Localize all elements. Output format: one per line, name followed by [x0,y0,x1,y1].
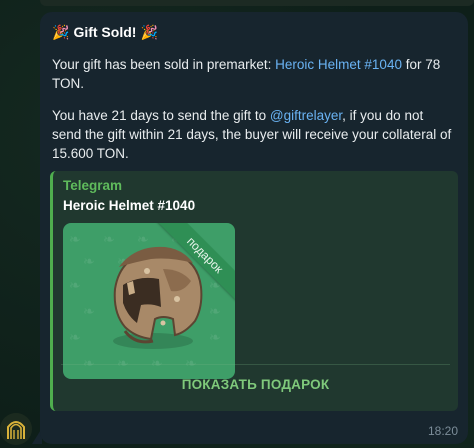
party-popper-icon: 🎉 [140,24,158,40]
party-popper-icon: 🎉 [52,24,70,40]
bot-avatar-icon [0,413,32,445]
gift-link[interactable]: Heroic Helmet #1040 [275,57,402,72]
title-text: Gift Sold! [73,24,137,40]
sender-avatar[interactable] [0,413,32,445]
embed-title: Heroic Helmet #1040 [63,198,196,213]
gift-preview-card[interactable]: Telegram Heroic Helmet #1040 ❧ ❧ ❧ ❧ ❧ ❧… [50,171,458,411]
sale-text: Your gift has been sold in premarket: [52,57,276,72]
show-gift-button[interactable]: ПОКАЗАТЬ ПОДАРОК [53,367,458,403]
embed-divider [61,364,450,365]
instruction-text: You have 21 days to send the gift to [52,108,270,123]
relayer-link[interactable]: @giftrelayer [270,108,342,123]
message-bubble: 🎉 Gift Sold! 🎉 Your gift has been sold i… [40,12,468,444]
message-title: 🎉 Gift Sold! 🎉 [52,22,454,42]
message-paragraph-sale: Your gift has been sold in premarket: He… [52,55,454,93]
message-paragraph-instructions: You have 21 days to send the gift to @gi… [52,106,454,163]
previous-message-edge [40,0,474,6]
message-time: 18:20 [427,424,458,438]
embed-source: Telegram [63,178,123,193]
gift-image[interactable]: ❧ ❧ ❧ ❧ ❧ ❧ ❧ ❧ ❧ ❧ ❧ ❧ ❧ ❧ ❧ ❧ [63,223,235,379]
